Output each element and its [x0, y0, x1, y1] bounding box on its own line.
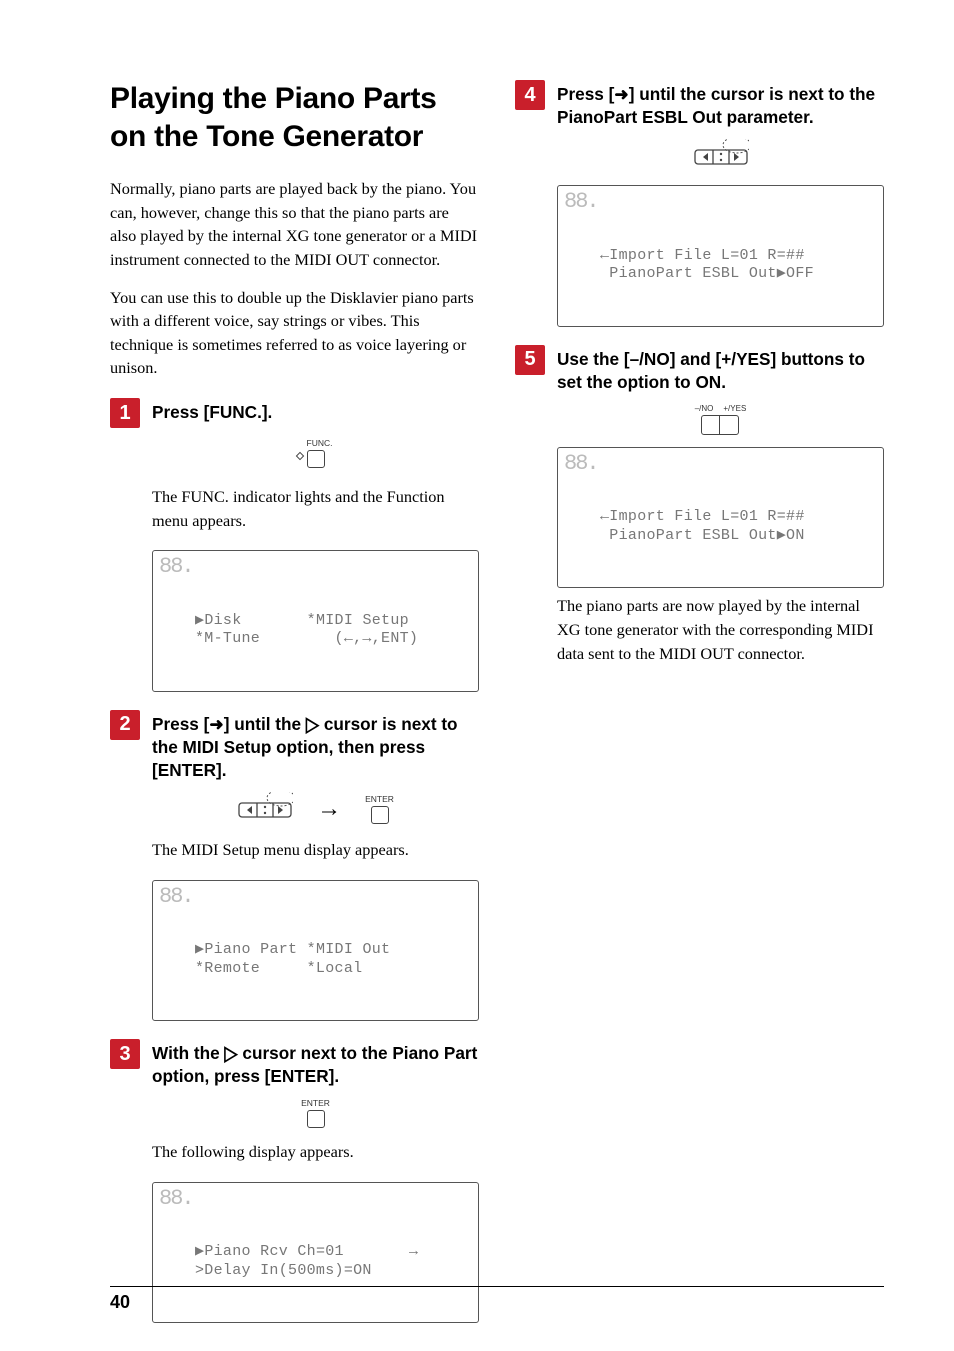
- lcd1-line1: ▶Disk *MIDI Setup: [195, 612, 409, 629]
- enter-button-illustration: ENTER: [365, 794, 394, 824]
- step-number-2: 2: [110, 710, 140, 740]
- step-number-5: 5: [515, 345, 545, 375]
- step-2-result: The MIDI Setup menu display appears.: [152, 838, 479, 862]
- step-5-result: The piano parts are now played by the in…: [557, 594, 884, 665]
- no-yes-buttons-illustration: –/NO +/YES: [695, 404, 747, 435]
- step-2-instruction: Press [➜] until the ▷ cursor is next to …: [152, 710, 479, 783]
- enter-button-label: ENTER: [365, 794, 394, 804]
- step-number-3: 3: [110, 1039, 140, 1069]
- lcd3-line2: >Delay In(500ms)=ON: [195, 1262, 372, 1279]
- arrow-icon: →: [317, 796, 341, 823]
- enter-button-label-2: ENTER: [301, 1098, 330, 1108]
- lcd4-line1: ←Import File L=01 R=##: [600, 247, 805, 264]
- plus-yes-label: +/YES: [723, 404, 746, 413]
- func-button-illustration: FUNC.: [299, 438, 333, 473]
- section-title: Playing the Piano Parts on the Tone Gene…: [110, 80, 479, 155]
- page-footer-rule: [110, 1286, 884, 1287]
- step-number-4: 4: [515, 80, 545, 110]
- cursor-pad-illustration-2: [693, 139, 749, 173]
- step-number-1: 1: [110, 398, 140, 428]
- enter-button-box: [371, 806, 389, 824]
- lcd-display-3: 88. ▶Piano Rcv Ch=01 → >Delay In(500ms)=…: [152, 1182, 479, 1323]
- step-3-result: The following display appears.: [152, 1140, 479, 1164]
- lcd-display-5: 88. ←Import File L=01 R=## PianoPart ESB…: [557, 447, 884, 588]
- lcd-display-4: 88. ←Import File L=01 R=## PianoPart ESB…: [557, 185, 884, 326]
- step-3: 3 With the ▷ cursor next to the Piano Pa…: [110, 1039, 479, 1323]
- step-4-instruction: Press [➜] until the cursor is next to th…: [557, 80, 884, 129]
- minus-no-label: –/NO: [695, 404, 714, 413]
- lcd-display-2: 88. ▶Piano Part *MIDI Out *Remote *Local: [152, 880, 479, 1021]
- step-3-instruction: With the ▷ cursor next to the Piano Part…: [152, 1039, 479, 1088]
- step-5-instruction: Use the [–/NO] and [+/YES] buttons to se…: [557, 345, 884, 394]
- step-2: 2 Press [➜] until the ▷ cursor is next t…: [110, 710, 479, 1022]
- step-5: 5 Use the [–/NO] and [+/YES] buttons to …: [515, 345, 884, 666]
- lcd3-line1: ▶Piano Rcv Ch=01 →: [195, 1243, 418, 1260]
- lcd4-line2: PianoPart ESBL Out▶OFF: [600, 265, 814, 282]
- lcd5-line1: ←Import File L=01 R=##: [600, 508, 805, 525]
- cursor-pad-illustration: [237, 792, 293, 826]
- func-button-box: [307, 450, 325, 468]
- no-yes-button-boxes: [701, 415, 739, 435]
- enter-button-box-2: [307, 1110, 325, 1128]
- lcd1-line2: *M-Tune (←,→,ENT): [195, 630, 418, 647]
- intro-paragraph-1: Normally, piano parts are played back by…: [110, 177, 479, 272]
- lcd2-line1: ▶Piano Part *MIDI Out: [195, 941, 390, 958]
- lcd2-line2: *Remote *Local: [195, 960, 362, 977]
- page-number: 40: [110, 1292, 130, 1313]
- intro-paragraph-2: You can use this to double up the Diskla…: [110, 286, 479, 381]
- lcd-display-1: 88. ▶Disk *MIDI Setup *M-Tune (←,→,ENT): [152, 550, 479, 691]
- step-1: 1 Press [FUNC.]. FUNC. The FUNC. indicat…: [110, 398, 479, 692]
- step-1-instruction: Press [FUNC.].: [152, 398, 272, 424]
- lcd5-line2: PianoPart ESBL Out▶ON: [600, 527, 805, 544]
- step-1-result: The FUNC. indicator lights and the Funct…: [152, 485, 479, 532]
- func-led-icon: [295, 452, 303, 460]
- func-button-label: FUNC.: [307, 438, 333, 448]
- enter-button-illustration-2: ENTER: [301, 1098, 330, 1128]
- step-4: 4 Press [➜] until the cursor is next to …: [515, 80, 884, 327]
